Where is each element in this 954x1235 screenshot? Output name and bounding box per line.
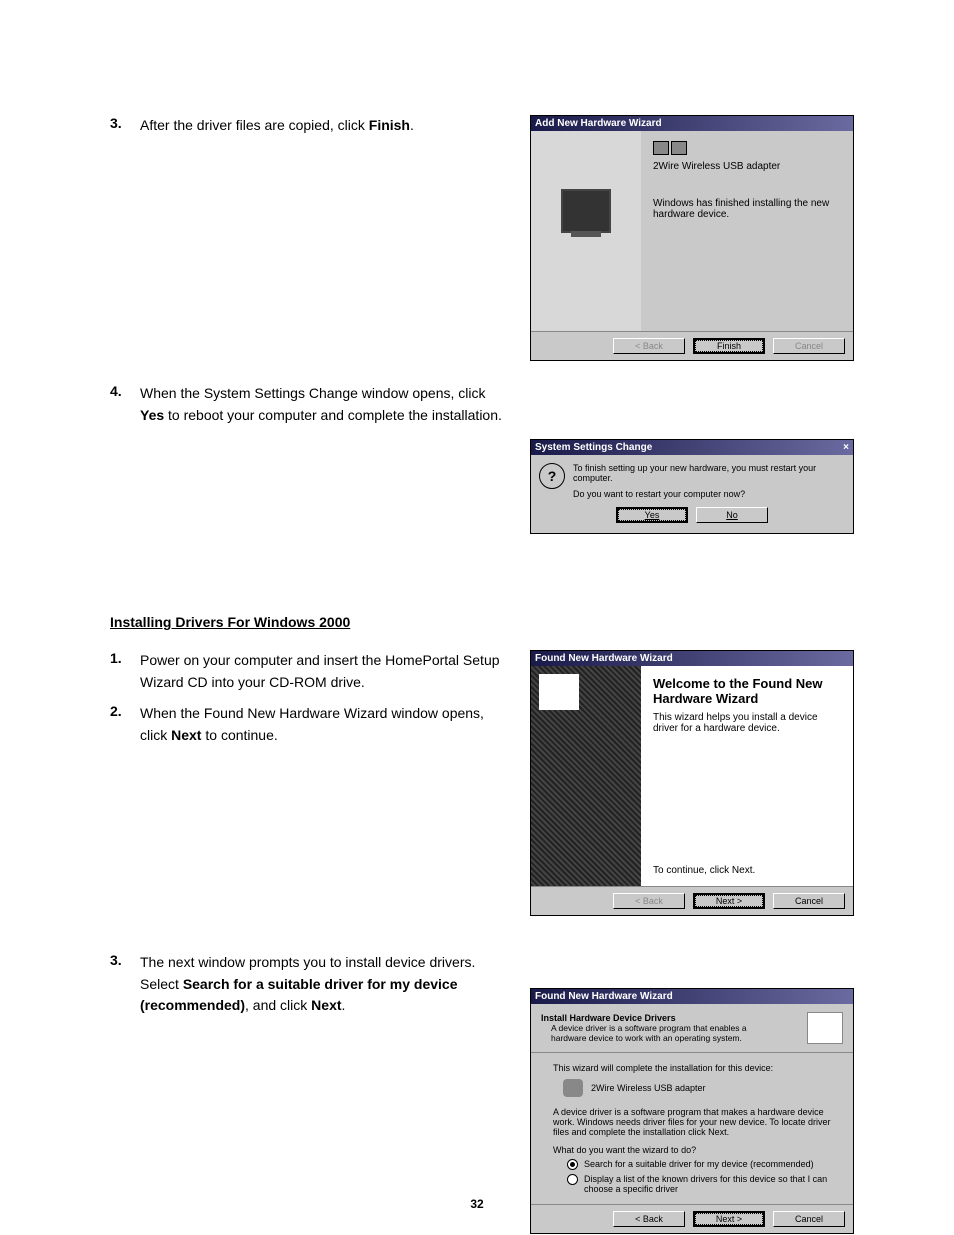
question-icon: ? [539, 463, 565, 489]
yes-button[interactable]: Yes [616, 507, 688, 523]
page-number: 32 [0, 1197, 954, 1211]
wiz4-device-name: 2Wire Wireless USB adapter [591, 1083, 706, 1093]
hardware-icon [807, 1012, 843, 1044]
wiz3-welcome-heading: Welcome to the Found New Hardware Wizard [653, 676, 841, 706]
next-button[interactable]: Next > [693, 1211, 765, 1227]
usb-device-icon [563, 1079, 583, 1097]
radio-option-search[interactable]: Search for a suitable driver for my devi… [553, 1159, 831, 1170]
add-new-hardware-wizard: Add New Hardware Wizard 2 [530, 115, 854, 361]
section-heading-win2000: Installing Drivers For Windows 2000 [110, 614, 854, 630]
cancel-button[interactable]: Cancel [773, 1211, 845, 1227]
wiz3-side-image [531, 666, 641, 886]
wiz3-titlebar: Found New Hardware Wizard [531, 651, 853, 666]
no-button[interactable]: No [696, 507, 768, 523]
dlg2-line1: To finish setting up your new hardware, … [573, 463, 845, 483]
back-button[interactable]: < Back [613, 1211, 685, 1227]
next-button[interactable]: Next > [693, 893, 765, 909]
step-3a: 3. After the driver files are copied, cl… [110, 115, 510, 137]
wiz4-header-title: Install Hardware Device Drivers [541, 1013, 771, 1023]
monitor-icon [561, 189, 611, 233]
dlg2-line2: Do you want to restart your computer now… [573, 489, 845, 499]
back-button[interactable]: < Back [613, 893, 685, 909]
wizard1-side-image [531, 131, 641, 331]
wiz4-explain-text: A device driver is a software program th… [553, 1107, 831, 1137]
back-button[interactable]: < Back [613, 338, 685, 354]
step-2b: 2. When the Found New Hardware Wizard wi… [110, 703, 510, 746]
found-new-hardware-wizard-welcome: Found New Hardware Wizard Welcome to the… [530, 650, 854, 916]
system-settings-change-dialog: System Settings Change × ? To finish set… [530, 439, 854, 534]
wiz4-header-subtitle: A device driver is a software program th… [541, 1023, 771, 1043]
radio-icon [567, 1174, 578, 1185]
step-1b: 1. Power on your computer and insert the… [110, 650, 510, 693]
device-icon [671, 141, 687, 155]
wizard1-device-name: 2Wire Wireless USB adapter [653, 161, 841, 172]
wizard1-done-text: Windows has finished installing the new … [653, 198, 841, 220]
device-icon [653, 141, 669, 155]
wiz4-prompt: What do you want the wizard to do? [553, 1145, 831, 1155]
radio-option-display-list[interactable]: Display a list of the known drivers for … [553, 1174, 831, 1194]
step-3c: 3. The next window prompts you to instal… [110, 952, 510, 1017]
dlg2-titlebar: System Settings Change × [531, 440, 853, 455]
wizard1-titlebar: Add New Hardware Wizard [531, 116, 853, 131]
step-4a: 4. When the System Settings Change windo… [110, 383, 510, 426]
radio-icon [567, 1159, 578, 1170]
finish-button[interactable]: Finish [693, 338, 765, 354]
wiz4-titlebar: Found New Hardware Wizard [531, 989, 853, 1004]
cancel-button[interactable]: Cancel [773, 338, 845, 354]
close-icon[interactable]: × [843, 442, 849, 453]
hardware-icon [539, 674, 579, 710]
wiz3-continue-text: To continue, click Next. [653, 785, 841, 876]
cancel-button[interactable]: Cancel [773, 893, 845, 909]
wiz4-complete-text: This wizard will complete the installati… [553, 1063, 831, 1073]
wiz3-desc: This wizard helps you install a device d… [653, 712, 841, 734]
